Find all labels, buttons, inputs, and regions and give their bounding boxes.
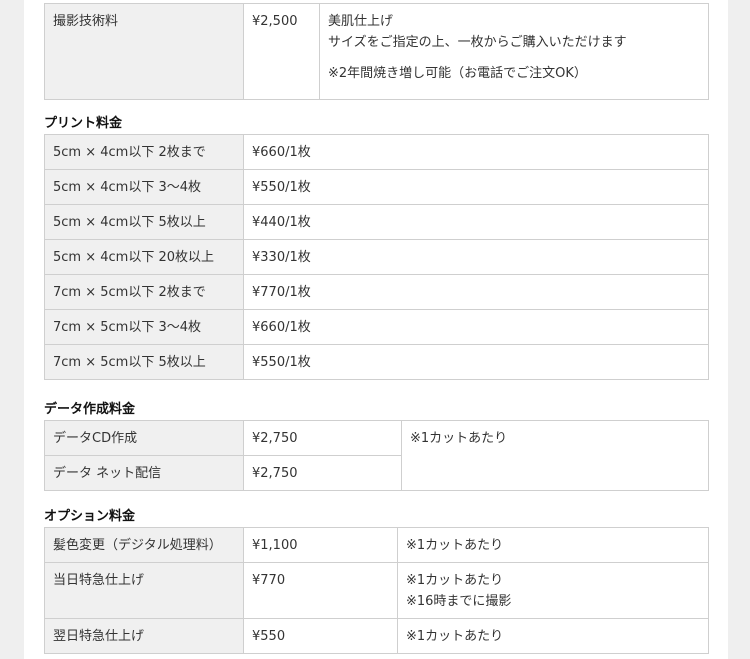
- shooting-fee-section: 撮影技術料 ¥2,500 美肌仕上げ サイズをご指定の上、一枚からご購入いただけ…: [44, 3, 709, 100]
- option-fee-table-wrap: 髪色変更（デジタル処理料） ¥1,100 ※1カットあたり 当日特急仕上げ ¥7…: [44, 527, 709, 654]
- option-note: ※1カットあたり ※16時までに撮影: [397, 562, 709, 619]
- table-row: 髪色変更（デジタル処理料） ¥1,100 ※1カットあたり: [44, 527, 709, 563]
- data-fee-label: データ ネット配信: [44, 455, 244, 491]
- option-fee-table: 髪色変更（デジタル処理料） ¥1,100 ※1カットあたり 当日特急仕上げ ¥7…: [44, 527, 709, 654]
- table-row: 5cm × 4cm以下 2枚まで ¥660/1枚: [44, 134, 709, 170]
- data-fee-price: ¥2,750: [243, 420, 402, 456]
- section-heading: データ作成料金: [44, 402, 136, 417]
- section-heading: プリント料金: [44, 116, 123, 131]
- option-fee-section: オプション料金: [44, 507, 708, 527]
- section-heading: オプション料金: [44, 509, 136, 524]
- data-fee-label: データCD作成: [44, 420, 244, 456]
- shooting-fee-table: 撮影技術料 ¥2,500 美肌仕上げ サイズをご指定の上、一枚からご購入いただけ…: [44, 3, 709, 100]
- table-row: 5cm × 4cm以下 5枚以上 ¥440/1枚: [44, 204, 709, 240]
- table-row: 5cm × 4cm以下 3〜4枚 ¥550/1枚: [44, 169, 709, 205]
- note-line: 美肌仕上げ: [328, 14, 394, 29]
- shooting-fee-price: ¥2,500: [243, 3, 320, 100]
- note-line: ※1カットあたり: [406, 629, 504, 644]
- note-line: サイズをご指定の上、一枚からご購入いただけます: [328, 35, 627, 50]
- print-fee-table: 5cm × 4cm以下 2枚まで ¥660/1枚 5cm × 4cm以下 3〜4枚…: [44, 134, 709, 380]
- price-page: 撮影技術料 ¥2,500 美肌仕上げ サイズをご指定の上、一枚からご購入いただけ…: [24, 0, 728, 659]
- table-row: 7cm × 5cm以下 2枚まで ¥770/1枚: [44, 274, 709, 310]
- table-row: 7cm × 5cm以下 3〜4枚 ¥660/1枚: [44, 309, 709, 345]
- option-price: ¥1,100: [243, 527, 398, 563]
- note-line: ※2年間焼き増し可能（お電話でご注文OK）: [328, 66, 587, 81]
- print-size-label: 5cm × 4cm以下 5枚以上: [44, 204, 244, 240]
- data-fee-price: ¥2,750: [243, 455, 402, 491]
- shooting-fee-note: 美肌仕上げ サイズをご指定の上、一枚からご購入いただけます ※2年間焼き増し可能…: [319, 3, 709, 100]
- option-note: ※1カットあたり: [397, 527, 709, 563]
- print-size-label: 5cm × 4cm以下 2枚まで: [44, 134, 244, 170]
- print-fee-section: プリント料金: [44, 114, 708, 134]
- data-fee-table-wrap: データCD作成 ¥2,750 ※1カットあたり データ ネット配信 ¥2,750: [44, 420, 709, 491]
- option-label: 髪色変更（デジタル処理料）: [44, 527, 244, 563]
- print-price: ¥550/1枚: [243, 169, 709, 205]
- print-size-label: 5cm × 4cm以下 20枚以上: [44, 239, 244, 275]
- table-row: データCD作成 ¥2,750 ※1カットあたり: [44, 420, 709, 491]
- data-fee-table: データCD作成 ¥2,750 ※1カットあたり データ ネット配信 ¥2,750: [44, 420, 709, 491]
- print-price: ¥660/1枚: [243, 134, 709, 170]
- data-fee-note: ※1カットあたり: [401, 420, 709, 491]
- print-price: ¥770/1枚: [243, 274, 709, 310]
- option-note: ※1カットあたり: [397, 618, 709, 654]
- option-label: 当日特急仕上げ: [44, 562, 244, 619]
- table-row: 7cm × 5cm以下 5枚以上 ¥550/1枚: [44, 344, 709, 380]
- print-price: ¥440/1枚: [243, 204, 709, 240]
- print-fee-table-wrap: 5cm × 4cm以下 2枚まで ¥660/1枚 5cm × 4cm以下 3〜4枚…: [44, 134, 709, 380]
- note-line: ※16時までに撮影: [406, 594, 512, 609]
- note-line: ※1カットあたり: [406, 573, 504, 588]
- note-line: ※1カットあたり: [406, 538, 504, 553]
- option-label: 翌日特急仕上げ: [44, 618, 244, 654]
- option-price: ¥550: [243, 618, 398, 654]
- table-row: 撮影技術料 ¥2,500 美肌仕上げ サイズをご指定の上、一枚からご購入いただけ…: [44, 3, 709, 100]
- table-row: 5cm × 4cm以下 20枚以上 ¥330/1枚: [44, 239, 709, 275]
- shooting-fee-label: 撮影技術料: [44, 3, 244, 100]
- print-size-label: 7cm × 5cm以下 2枚まで: [44, 274, 244, 310]
- print-size-label: 5cm × 4cm以下 3〜4枚: [44, 169, 244, 205]
- data-fee-section: データ作成料金: [44, 400, 708, 420]
- table-row: 当日特急仕上げ ¥770 ※1カットあたり ※16時までに撮影: [44, 562, 709, 619]
- print-price: ¥330/1枚: [243, 239, 709, 275]
- print-price: ¥550/1枚: [243, 344, 709, 380]
- print-price: ¥660/1枚: [243, 309, 709, 345]
- print-size-label: 7cm × 5cm以下 3〜4枚: [44, 309, 244, 345]
- table-row: 翌日特急仕上げ ¥550 ※1カットあたり: [44, 618, 709, 654]
- print-size-label: 7cm × 5cm以下 5枚以上: [44, 344, 244, 380]
- option-price: ¥770: [243, 562, 398, 619]
